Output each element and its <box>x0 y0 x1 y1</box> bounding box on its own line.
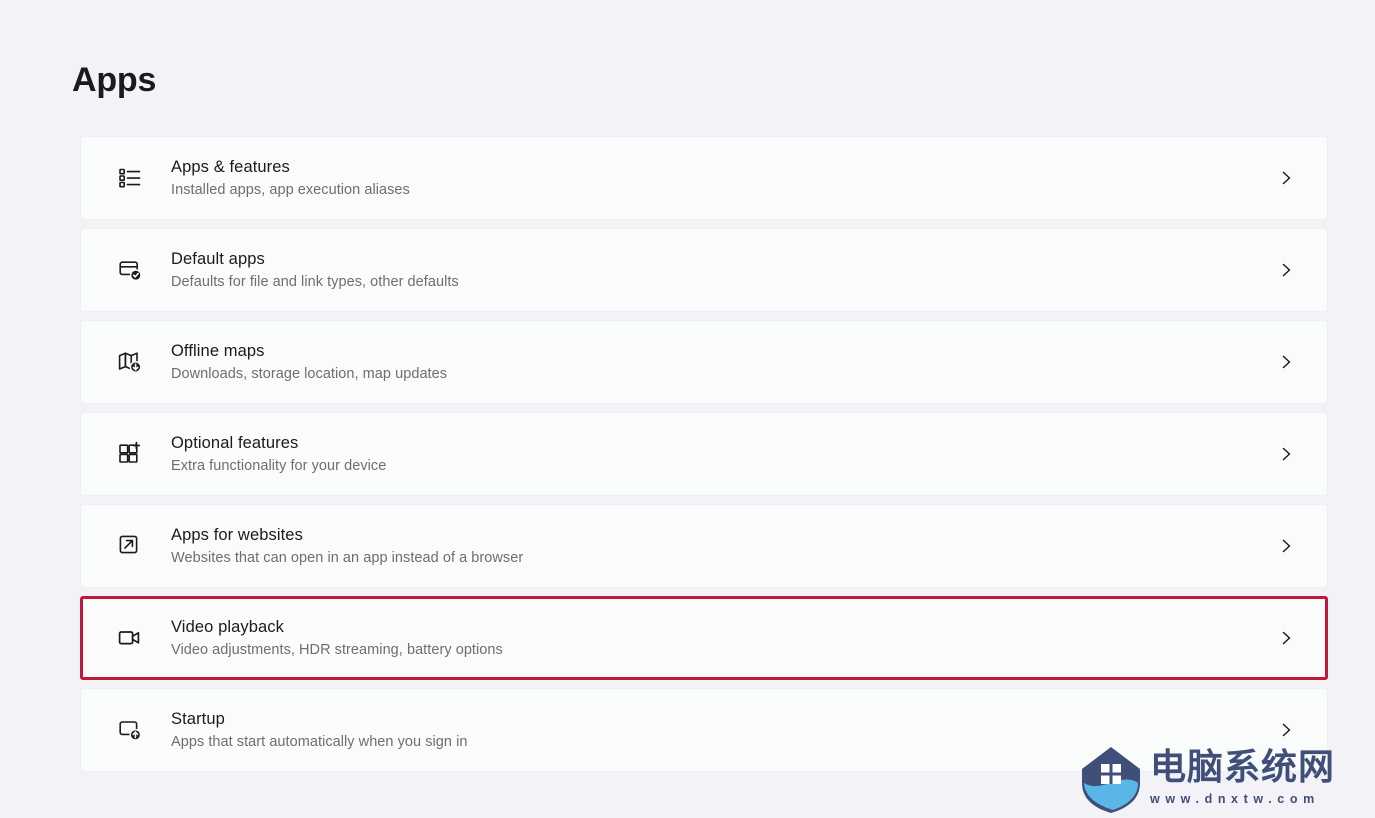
settings-row-default-apps[interactable]: Default apps Defaults for file and link … <box>80 228 1328 312</box>
settings-row-apps-for-websites[interactable]: Apps for websites Websites that can open… <box>80 504 1328 588</box>
chevron-right-icon[interactable] <box>1273 630 1299 646</box>
chevron-right-icon[interactable] <box>1273 446 1299 462</box>
settings-row-title: Optional features <box>171 433 299 452</box>
map-download-icon <box>111 343 149 381</box>
watermark-text: 电脑系统网 www.dnxtw.com <box>1150 746 1335 807</box>
house-shield-logo <box>1074 739 1148 813</box>
window-check-icon <box>111 251 149 289</box>
watermark: 电脑系统网 www.dnxtw.com <box>1074 736 1375 816</box>
settings-row-text: Video playback Video adjustments, HDR st… <box>171 616 1273 661</box>
settings-row-video-playback[interactable]: Video playback Video adjustments, HDR st… <box>80 596 1328 680</box>
external-link-icon <box>111 527 149 565</box>
window-up-arrow-icon <box>111 711 149 749</box>
settings-row-subtitle: Downloads, storage location, map updates <box>171 365 448 382</box>
settings-row-subtitle: Extra functionality for your device <box>171 457 387 474</box>
settings-row-offline-maps[interactable]: Offline maps Downloads, storage location… <box>80 320 1328 404</box>
settings-row-text: Apps for websites Websites that can open… <box>171 524 1273 569</box>
watermark-url: www.dnxtw.com <box>1150 791 1320 806</box>
settings-row-subtitle: Defaults for file and link types, other … <box>171 273 459 290</box>
settings-row-title: Startup <box>171 709 225 728</box>
settings-row-text: Apps & features Installed apps, app exec… <box>171 156 1273 201</box>
page-title: Apps <box>72 61 157 99</box>
chevron-right-icon[interactable] <box>1273 170 1299 186</box>
settings-card-list: Apps & features Installed apps, app exec… <box>80 136 1328 780</box>
settings-row-text: Default apps Defaults for file and link … <box>171 248 1273 293</box>
settings-row-subtitle: Video adjustments, HDR streaming, batter… <box>171 641 503 658</box>
grid-plus-icon <box>111 435 149 473</box>
settings-row-text: Offline maps Downloads, storage location… <box>171 340 1273 385</box>
settings-row-subtitle: Installed apps, app execution aliases <box>171 181 410 198</box>
settings-row-title: Video playback <box>171 617 285 636</box>
chevron-right-icon[interactable] <box>1273 262 1299 278</box>
list-bullets-icon <box>111 159 149 197</box>
settings-row-title: Offline maps <box>171 341 265 360</box>
settings-row-optional-features[interactable]: Optional features Extra functionality fo… <box>80 412 1328 496</box>
settings-apps-page: Apps Apps & features Installed apps, app… <box>0 0 1375 816</box>
settings-row-text: Optional features Extra functionality fo… <box>171 432 1273 477</box>
watermark-brand: 电脑系统网 <box>1150 746 1336 788</box>
settings-row-title: Default apps <box>171 249 265 268</box>
settings-row-subtitle: Websites that can open in an app instead… <box>171 549 524 566</box>
chevron-right-icon[interactable] <box>1273 538 1299 554</box>
settings-row-title: Apps & features <box>171 157 290 176</box>
settings-row-apps-and-features[interactable]: Apps & features Installed apps, app exec… <box>80 136 1328 220</box>
settings-row-title: Apps for websites <box>171 525 303 544</box>
video-camera-icon <box>111 619 149 657</box>
chevron-right-icon[interactable] <box>1273 354 1299 370</box>
